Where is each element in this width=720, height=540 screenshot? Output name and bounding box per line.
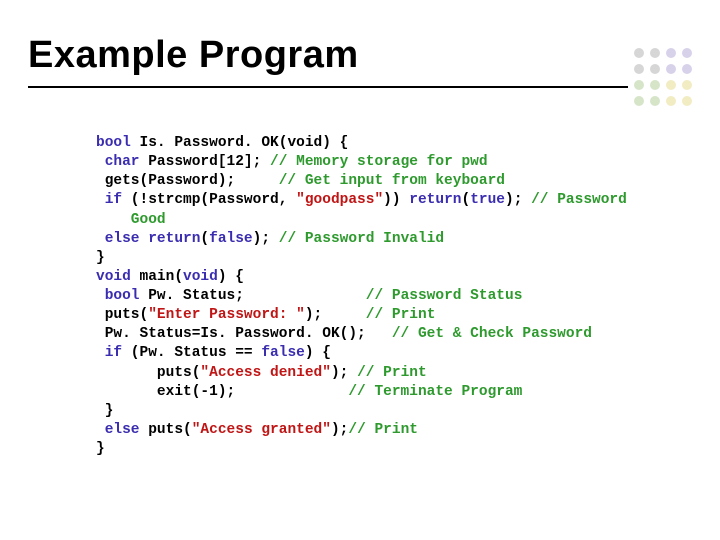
code-text: ); [331,365,357,381]
code-text: Pw. Status=Is. Password. OK(); [96,326,392,342]
code-text: Pw. Status; [140,288,366,304]
dot-icon [682,64,692,74]
code-text: puts( [140,422,192,438]
comment: // Get & Check Password [392,326,592,342]
dot-icon [634,64,644,74]
dot-icon [634,48,644,58]
code-block: bool Is. Password. OK(void) { char Passw… [96,134,696,459]
string: "Access granted" [192,422,331,438]
dot-icon [682,80,692,90]
comment: // Get input from keyboard [279,173,505,189]
keyword: else [96,422,140,438]
code-text: gets(Password); [96,173,279,189]
code-text: ); [253,231,279,247]
decorative-dots [634,48,694,108]
keyword: false [261,345,305,361]
keyword: false [209,231,253,247]
comment: // Print [348,422,418,438]
code-text: ); [331,422,348,438]
page-title: Example Program [28,34,359,77]
code-text: main( [131,269,183,285]
code-text: } [96,441,105,457]
code-text: (!strcmp(Password, [122,192,296,208]
comment: // Memory storage for pwd [270,154,488,170]
code-text: } [96,250,105,266]
code-text: Password[12]; [140,154,271,170]
comment: // Password Invalid [279,231,444,247]
code-text: puts( [96,365,200,381]
code-text: ) { [218,269,244,285]
code-text: } [96,403,113,419]
keyword: return [409,192,461,208]
dot-icon [682,96,692,106]
code-text: ( [200,231,209,247]
keyword: else return [96,231,200,247]
code-text: Is. Password. OK(void) { [131,135,349,151]
keyword: true [470,192,505,208]
slide: Example Program bool Is. Password. OK(vo… [0,0,720,540]
code-text: ); [305,307,366,323]
keyword: if [96,345,122,361]
comment: // Terminate Program [348,384,522,400]
dot-icon [634,96,644,106]
dot-icon [666,96,676,106]
string: "Access denied" [200,365,331,381]
keyword: bool [96,135,131,151]
code-text: ( [461,192,470,208]
keyword: void [96,269,131,285]
comment: // Print [366,307,436,323]
dot-icon [666,80,676,90]
dot-icon [666,64,676,74]
dot-icon [650,64,660,74]
dot-icon [666,48,676,58]
keyword: char [96,154,140,170]
comment: // Password [531,192,627,208]
dot-icon [682,48,692,58]
comment: // Print [357,365,427,381]
string: "goodpass" [296,192,383,208]
title-underline [28,86,628,88]
code-text: ); [505,192,531,208]
code-text: )) [383,192,409,208]
string: "Enter Password: " [148,307,305,323]
dot-icon [650,96,660,106]
keyword: bool [96,288,140,304]
dot-icon [650,80,660,90]
comment: // Password Status [366,288,523,304]
code-text: (Pw. Status == [122,345,261,361]
code-text: exit(-1); [96,384,348,400]
keyword: void [183,269,218,285]
code-text: puts( [96,307,148,323]
dot-icon [650,48,660,58]
keyword: if [96,192,122,208]
code-text: ) { [305,345,331,361]
dot-icon [634,80,644,90]
comment: Good [96,212,166,228]
